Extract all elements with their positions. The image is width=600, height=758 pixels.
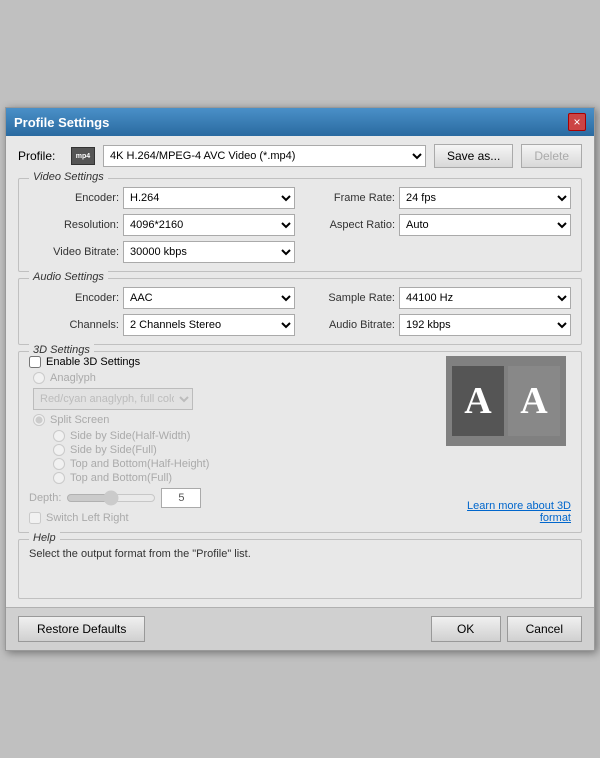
sbs-full-label: Side by Side(Full) [70, 444, 157, 456]
encoder-row: Encoder: H.264 [29, 187, 295, 209]
3d-settings-right: A A Learn more about 3D format [441, 356, 571, 524]
video-bitrate-label: Video Bitrate: [29, 246, 119, 258]
empty-cell [305, 241, 571, 263]
video-bitrate-row: Video Bitrate: 30000 kbps [29, 241, 295, 263]
encoder-select[interactable]: H.264 [123, 187, 295, 209]
3d-settings-legend: 3D Settings [29, 344, 94, 356]
channels-row: Channels: 2 Channels Stereo [29, 314, 295, 336]
sbs-half-row: Side by Side(Half-Width) [49, 430, 431, 442]
cancel-button[interactable]: Cancel [507, 616, 582, 642]
frame-rate-label: Frame Rate: [305, 192, 395, 204]
tb-full-label: Top and Bottom(Full) [70, 472, 172, 484]
tb-half-row: Top and Bottom(Half-Height) [49, 458, 431, 470]
sample-rate-select[interactable]: 44100 Hz [399, 287, 571, 309]
video-settings-section: Video Settings Encoder: H.264 Frame Rate… [18, 178, 582, 272]
switch-lr-row: Switch Left Right [29, 512, 431, 524]
switch-lr-checkbox[interactable] [29, 512, 41, 524]
sbs-half-label: Side by Side(Half-Width) [70, 430, 190, 442]
audio-encoder-select[interactable]: AAC [123, 287, 295, 309]
sbs-full-row: Side by Side(Full) [49, 444, 431, 456]
frame-rate-select[interactable]: 24 fps [399, 187, 571, 209]
video-bitrate-select[interactable]: 30000 kbps [123, 241, 295, 263]
video-settings-legend: Video Settings [29, 171, 108, 183]
tb-full-radio[interactable] [53, 472, 65, 484]
anaglyph-radio[interactable] [33, 372, 45, 384]
delete-button[interactable]: Delete [521, 144, 582, 168]
save-as-button[interactable]: Save as... [434, 144, 513, 168]
split-screen-options: Side by Side(Half-Width) Side by Side(Fu… [29, 430, 431, 484]
switch-lr-label: Switch Left Right [46, 512, 129, 524]
help-legend: Help [29, 532, 60, 544]
profile-label: Profile: [18, 149, 63, 163]
depth-slider[interactable] [66, 492, 156, 504]
profile-row: Profile: mp4 4K H.264/MPEG-4 AVC Video (… [18, 144, 582, 168]
audio-bitrate-row: Audio Bitrate: 192 kbps [305, 314, 571, 336]
dialog-title: Profile Settings [14, 115, 109, 130]
audio-bitrate-select[interactable]: 192 kbps [399, 314, 571, 336]
dialog-content: Profile: mp4 4K H.264/MPEG-4 AVC Video (… [6, 136, 594, 607]
sample-rate-row: Sample Rate: 44100 Hz [305, 287, 571, 309]
depth-label: Depth: [29, 492, 61, 504]
anaglyph-select-row: Red/cyan anaglyph, full color [33, 388, 431, 410]
aa-right: A [508, 366, 560, 436]
dialog-footer: Restore Defaults OK Cancel [6, 607, 594, 650]
ok-button[interactable]: OK [431, 616, 501, 642]
restore-defaults-button[interactable]: Restore Defaults [18, 616, 145, 642]
aspect-ratio-row: Aspect Ratio: Auto [305, 214, 571, 236]
split-screen-radio[interactable] [33, 414, 45, 426]
footer-right: OK Cancel [431, 616, 582, 642]
enable-3d-label: Enable 3D Settings [46, 356, 140, 368]
title-bar: Profile Settings × [6, 108, 594, 136]
audio-bitrate-label: Audio Bitrate: [305, 319, 395, 331]
depth-row: Depth: [29, 488, 431, 508]
help-text: Select the output format from the "Profi… [29, 548, 571, 560]
profile-icon: mp4 [71, 147, 95, 165]
split-screen-row: Split Screen [29, 414, 431, 426]
split-screen-label: Split Screen [50, 414, 109, 426]
tb-full-row: Top and Bottom(Full) [49, 472, 431, 484]
sbs-full-radio[interactable] [53, 444, 65, 456]
aspect-ratio-label: Aspect Ratio: [305, 219, 395, 231]
channels-label: Channels: [29, 319, 119, 331]
enable-3d-row: Enable 3D Settings [29, 356, 431, 368]
audio-settings-legend: Audio Settings [29, 271, 108, 283]
profile-select[interactable]: 4K H.264/MPEG-4 AVC Video (*.mp4) [103, 145, 426, 167]
encoder-label: Encoder: [29, 192, 119, 204]
profile-settings-dialog: Profile Settings × Profile: mp4 4K H.264… [5, 107, 595, 651]
sample-rate-label: Sample Rate: [305, 292, 395, 304]
anaglyph-row: Anaglyph [29, 372, 431, 384]
aspect-ratio-select[interactable]: Auto [399, 214, 571, 236]
audio-settings-grid: Encoder: AAC Sample Rate: 44100 Hz Chann… [29, 287, 571, 336]
tb-half-label: Top and Bottom(Half-Height) [70, 458, 209, 470]
audio-settings-section: Audio Settings Encoder: AAC Sample Rate:… [18, 278, 582, 345]
channels-select[interactable]: 2 Channels Stereo [123, 314, 295, 336]
sbs-half-radio[interactable] [53, 430, 65, 442]
depth-spinbox[interactable] [161, 488, 201, 508]
3d-settings-section: 3D Settings Enable 3D Settings Anaglyph [18, 351, 582, 533]
resolution-row: Resolution: 4096*2160 [29, 214, 295, 236]
video-settings-grid: Encoder: H.264 Frame Rate: 24 fps Resolu… [29, 187, 571, 263]
aa-left: A [452, 366, 504, 436]
aa-preview: A A [446, 356, 566, 446]
learn-more-link[interactable]: Learn more about 3D format [441, 500, 571, 524]
resolution-label: Resolution: [29, 219, 119, 231]
audio-encoder-label: Encoder: [29, 292, 119, 304]
enable-3d-checkbox[interactable] [29, 356, 41, 368]
tb-half-radio[interactable] [53, 458, 65, 470]
audio-encoder-row: Encoder: AAC [29, 287, 295, 309]
anaglyph-select[interactable]: Red/cyan anaglyph, full color [33, 388, 193, 410]
anaglyph-label: Anaglyph [50, 372, 96, 384]
close-button[interactable]: × [568, 113, 586, 131]
3d-settings-content: Enable 3D Settings Anaglyph Red/cyan ana… [29, 356, 571, 524]
frame-rate-row: Frame Rate: 24 fps [305, 187, 571, 209]
3d-settings-left: Enable 3D Settings Anaglyph Red/cyan ana… [29, 356, 431, 524]
help-section: Help Select the output format from the "… [18, 539, 582, 599]
resolution-select[interactable]: 4096*2160 [123, 214, 295, 236]
